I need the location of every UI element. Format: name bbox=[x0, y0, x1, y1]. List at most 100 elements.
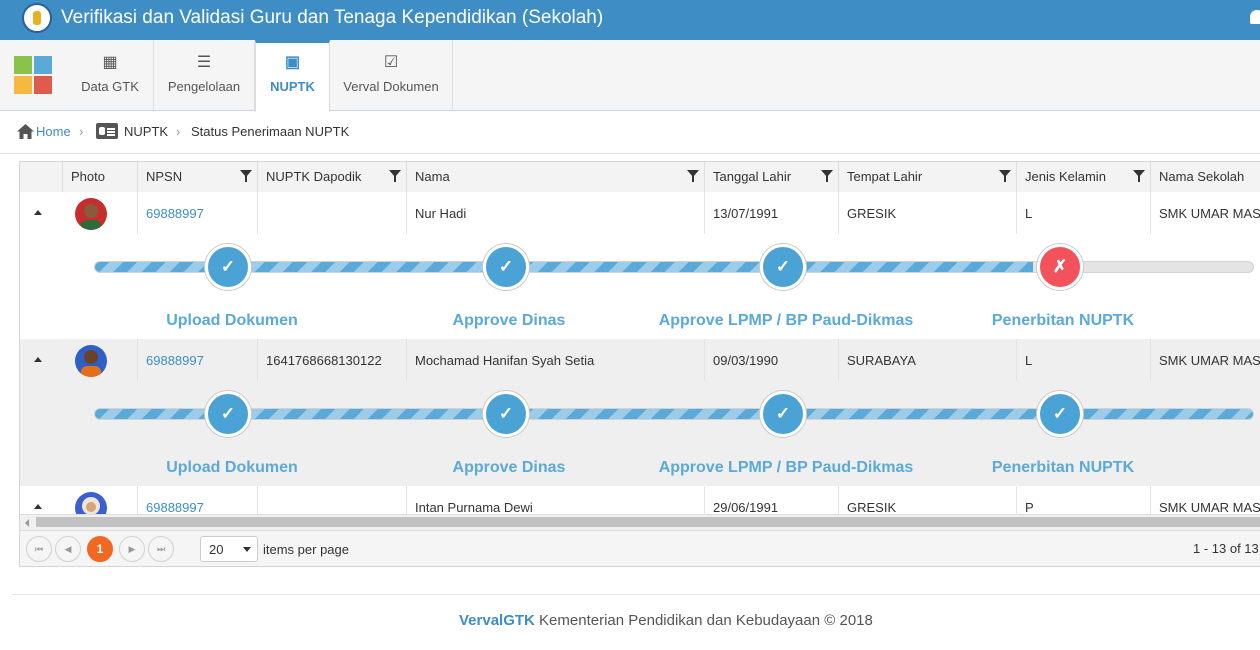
cell-nama: Nur Hadi bbox=[406, 192, 704, 234]
column-title: Tempat Lahir bbox=[847, 169, 923, 184]
grid-header: Photo NPSN NUPTK Dapodik Nama Tanggal La… bbox=[20, 162, 1260, 193]
column-header-nuptk-dapodik[interactable]: NUPTK Dapodik bbox=[257, 162, 406, 192]
tab-label: Verval Dokumen bbox=[343, 79, 439, 94]
breadcrumb-current: Status Penerimaan NUPTK bbox=[191, 124, 350, 139]
page-size-label: items per page bbox=[263, 542, 349, 557]
prev-page-button[interactable]: ◀ bbox=[55, 536, 81, 562]
step-penerbitan-nuptk-status: ✓ bbox=[1037, 391, 1083, 437]
table-icon: ▦ bbox=[102, 54, 118, 71]
column-title: NPSN bbox=[146, 169, 183, 184]
filter-icon[interactable] bbox=[821, 170, 833, 182]
cell-nama-sekolah: SMK UMAR MAS bbox=[1150, 339, 1260, 381]
cell-jenis-kelamin: L bbox=[1016, 339, 1150, 381]
scrollbar-thumb[interactable] bbox=[36, 517, 1260, 527]
table-row[interactable]: 69888997 1641768668130122 Mochamad Hanif… bbox=[20, 339, 1260, 381]
cell-tanggal-lahir: 13/07/1991 bbox=[704, 192, 838, 234]
tab-label: NUPTK bbox=[270, 79, 315, 94]
collapse-row-icon[interactable] bbox=[34, 210, 42, 215]
step-upload-dokumen-status: ✓ bbox=[205, 391, 251, 437]
step-approve-dinas-status: ✓ bbox=[483, 391, 529, 437]
home-icon bbox=[17, 124, 34, 139]
breadcrumb-separator: › bbox=[176, 124, 181, 139]
step-label-approve-lpmp: Approve LPMP / BP Paud-Dikmas bbox=[658, 312, 914, 329]
id-card-icon: ▣ bbox=[284, 54, 301, 71]
app-title: Verifikasi dan Validasi Guru dan Tenaga … bbox=[61, 7, 604, 28]
horizontal-scrollbar[interactable] bbox=[20, 514, 1260, 530]
column-header-tempat-lahir[interactable]: Tempat Lahir bbox=[838, 162, 1016, 192]
cell-nama: Mochamad Hanifan Syah Setia bbox=[406, 339, 704, 381]
column-title: NUPTK Dapodik bbox=[266, 169, 362, 184]
list-icon: ☰ bbox=[196, 54, 212, 71]
avatar bbox=[75, 198, 107, 230]
filter-icon[interactable] bbox=[240, 170, 252, 182]
scroll-left-icon[interactable] bbox=[25, 519, 29, 527]
step-label-approve-lpmp: Approve LPMP / BP Paud-Dikmas bbox=[658, 459, 914, 476]
footer: VervalGTK Kementerian Pendidikan dan Keb… bbox=[459, 612, 873, 629]
cell-npsn[interactable]: 69888997 bbox=[137, 339, 257, 381]
module-tabs: ▦ Data GTK ☰ Pengelolaan ▣ NUPTK ☑ Verva… bbox=[0, 40, 1260, 112]
cell-npsn[interactable]: 69888997 bbox=[137, 192, 257, 234]
breadcrumb: Home › NUPTK › Status Penerimaan NUPTK bbox=[0, 111, 1260, 154]
column-header-photo[interactable]: Photo bbox=[62, 162, 137, 192]
step-approve-lpmp-status: ✓ bbox=[760, 244, 806, 290]
tab-data-gtk[interactable]: ▦ Data GTK bbox=[67, 40, 154, 110]
breadcrumb-separator: › bbox=[79, 124, 84, 139]
check-square-icon: ☑ bbox=[383, 54, 399, 71]
footer-brand[interactable]: VervalGTK bbox=[459, 612, 535, 629]
step-label-penerbitan-nuptk: Penerbitan NUPTK bbox=[991, 312, 1135, 329]
column-title: Jenis Kelamin bbox=[1025, 169, 1106, 184]
page-1-button[interactable]: 1 bbox=[87, 536, 113, 562]
cell-tempat-lahir: GRESIK bbox=[838, 192, 1016, 234]
cell-jenis-kelamin: L bbox=[1016, 192, 1150, 234]
cell-nama-sekolah: SMK UMAR MAS bbox=[1150, 192, 1260, 234]
chevron-down-icon bbox=[243, 547, 251, 552]
cell-tanggal-lahir: 09/03/1990 bbox=[704, 339, 838, 381]
column-header-nama-sekolah[interactable]: Nama Sekolah bbox=[1150, 162, 1260, 192]
column-header-npsn[interactable]: NPSN bbox=[137, 162, 257, 192]
nuptk-status-grid: Photo NPSN NUPTK Dapodik Nama Tanggal La… bbox=[19, 161, 1260, 567]
table-row[interactable]: 69888997 Nur Hadi 13/07/1991 GRESIK L SM… bbox=[20, 192, 1260, 234]
column-header-jenis-kelamin[interactable]: Jenis Kelamin bbox=[1016, 162, 1150, 192]
cell-tempat-lahir: SURABAYA bbox=[838, 339, 1016, 381]
column-title: Photo bbox=[71, 169, 105, 184]
filter-icon[interactable] bbox=[999, 170, 1011, 182]
step-upload-dokumen-status: ✓ bbox=[205, 244, 251, 290]
tab-verval-dokumen[interactable]: ☑ Verval Dokumen bbox=[330, 40, 453, 110]
nuptk-progress-detail: ✓ ✓ ✓ ✗ Upload Dokumen Approve Dinas App… bbox=[20, 234, 1260, 339]
id-card-icon bbox=[96, 123, 118, 139]
avatar bbox=[75, 345, 107, 377]
tab-pengelolaan[interactable]: ☰ Pengelolaan bbox=[154, 40, 255, 110]
column-title: Tanggal Lahir bbox=[713, 169, 792, 184]
breadcrumb-nuptk[interactable]: NUPTK bbox=[124, 124, 168, 139]
step-approve-dinas-status: ✓ bbox=[483, 244, 529, 290]
filter-icon[interactable] bbox=[687, 170, 699, 182]
step-label-penerbitan-nuptk: Penerbitan NUPTK bbox=[991, 459, 1135, 476]
step-label-approve-dinas: Approve Dinas bbox=[452, 459, 566, 476]
tab-label: Pengelolaan bbox=[167, 79, 241, 94]
column-header-nama[interactable]: Nama bbox=[406, 162, 704, 192]
tab-nuptk[interactable]: ▣ NUPTK bbox=[255, 40, 330, 112]
step-label-approve-dinas: Approve Dinas bbox=[452, 312, 566, 329]
cell-nuptk-dapodik bbox=[257, 192, 406, 234]
breadcrumb-home[interactable]: Home bbox=[36, 124, 71, 139]
column-title: Nama Sekolah bbox=[1159, 169, 1245, 184]
pager-info: 1 - 13 of 13 bbox=[1193, 541, 1259, 556]
column-header-tanggal-lahir[interactable]: Tanggal Lahir bbox=[704, 162, 838, 192]
next-page-button[interactable]: ▶ bbox=[119, 536, 145, 562]
last-page-button[interactable]: ⏭ bbox=[148, 536, 174, 562]
first-page-button[interactable]: ⏮ bbox=[26, 536, 52, 562]
tut-wuri-logo bbox=[22, 3, 52, 33]
page-size-select[interactable]: 20 bbox=[200, 536, 258, 562]
nuptk-progress-detail: ✓ ✓ ✓ ✓ Upload Dokumen Approve Dinas App… bbox=[20, 381, 1260, 486]
apps-grid-icon[interactable] bbox=[14, 56, 54, 96]
notification-bell-icon[interactable] bbox=[1250, 10, 1260, 24]
step-approve-lpmp-status: ✓ bbox=[760, 391, 806, 437]
cell-nuptk-dapodik: 1641768668130122 bbox=[257, 339, 406, 381]
collapse-row-icon[interactable] bbox=[34, 504, 42, 509]
collapse-row-icon[interactable] bbox=[34, 357, 42, 362]
step-label-upload-dokumen: Upload Dokumen bbox=[166, 459, 298, 476]
step-label-upload-dokumen: Upload Dokumen bbox=[166, 312, 298, 329]
filter-icon[interactable] bbox=[1133, 170, 1145, 182]
filter-icon[interactable] bbox=[389, 170, 401, 182]
column-title: Nama bbox=[415, 169, 450, 184]
